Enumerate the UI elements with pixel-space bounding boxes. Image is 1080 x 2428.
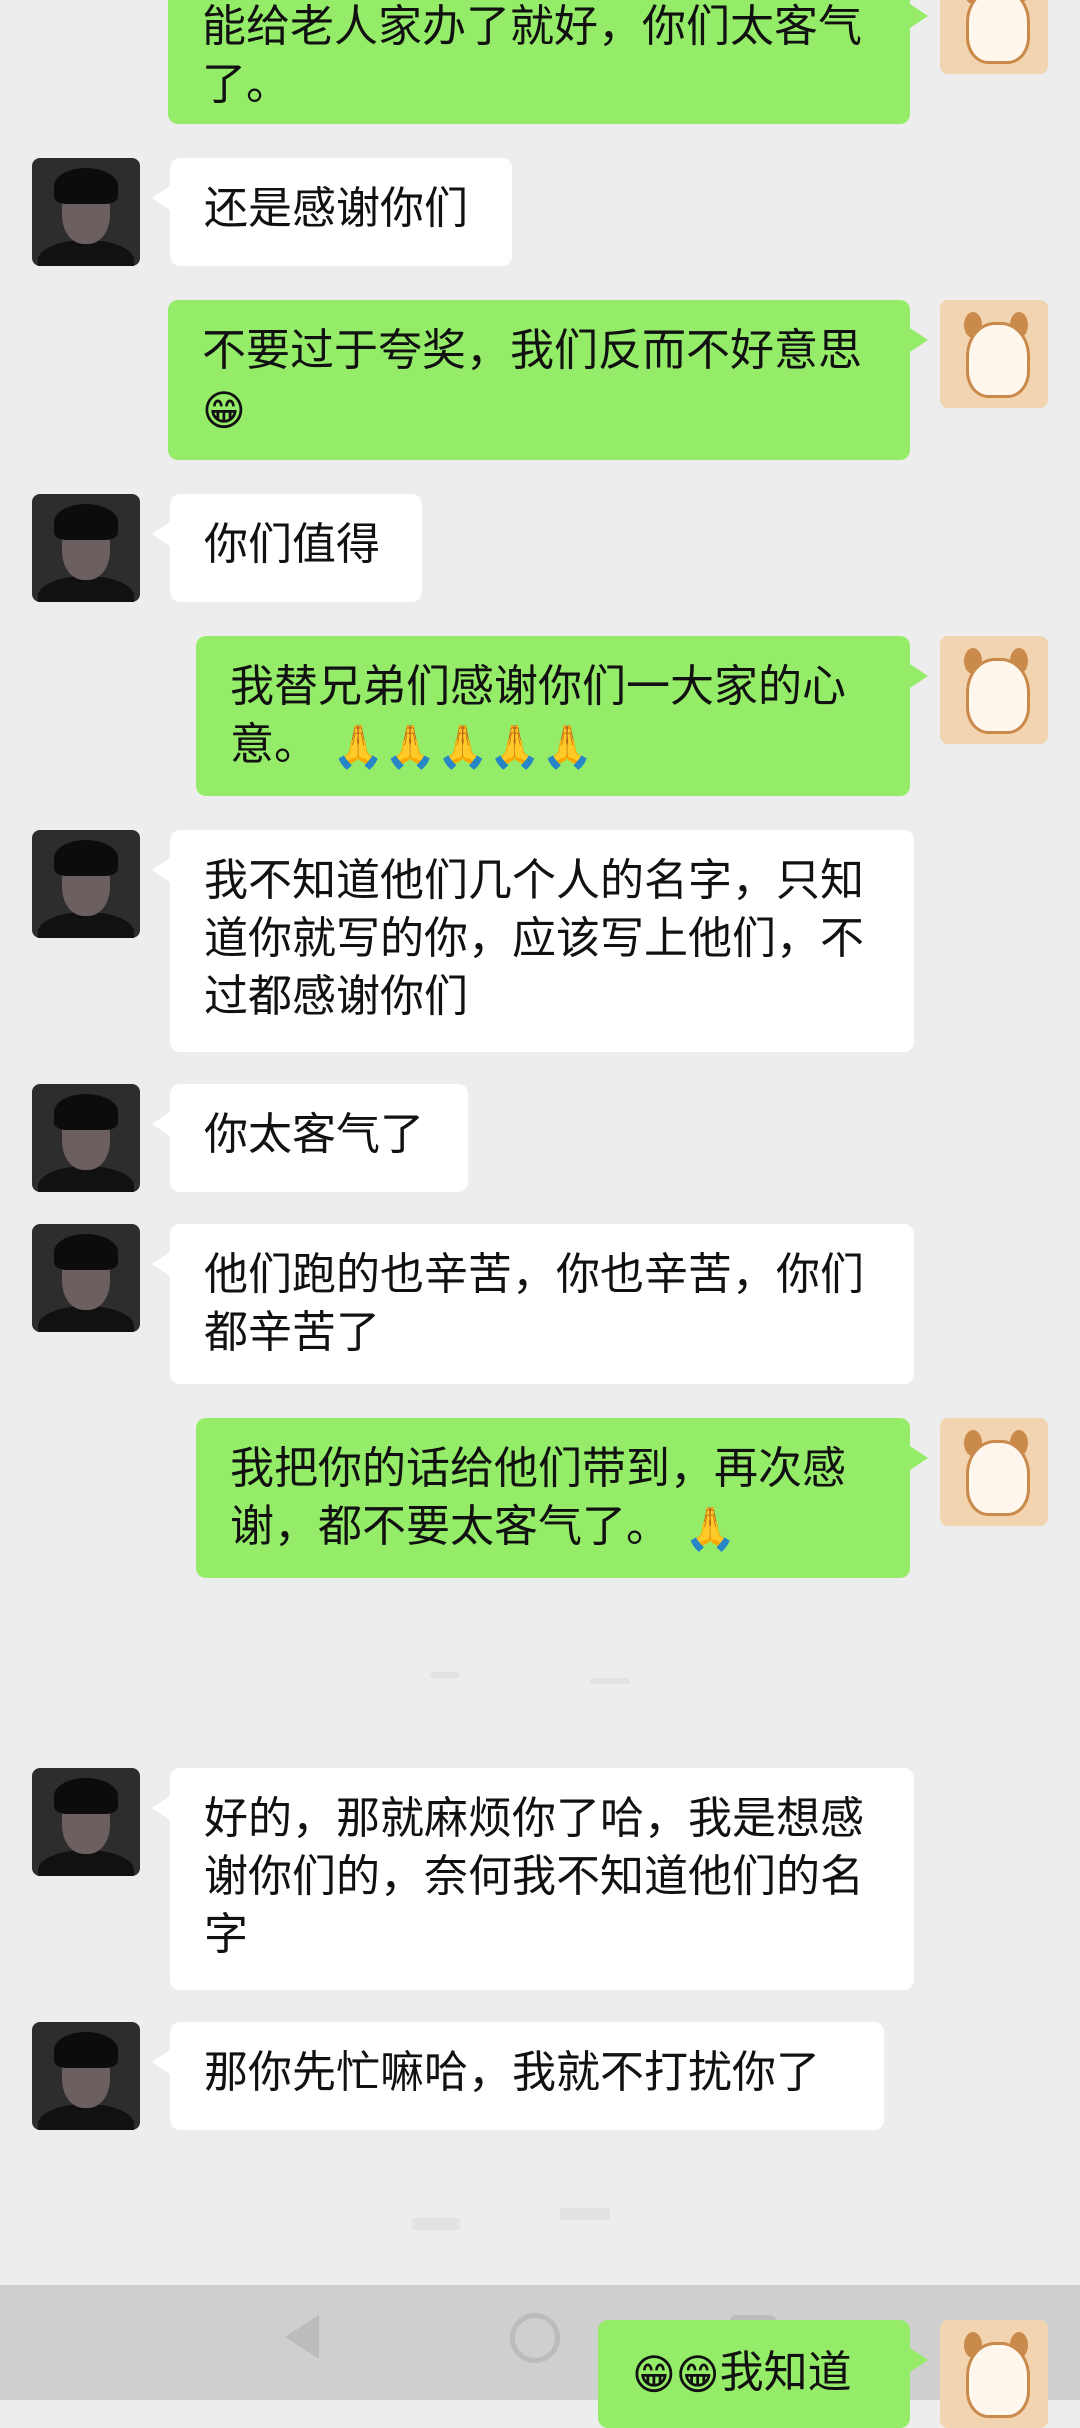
avatar-self[interactable]: [940, 0, 1048, 74]
message-bubble-sent[interactable]: 不要过于夸奖，我们反而不好意思 😁: [168, 300, 928, 460]
avatar-dog-image: [966, 1440, 1030, 1516]
avatar-hair: [54, 1778, 118, 1814]
message-bubble-received[interactable]: 他们跑的也辛苦，你也辛苦，你们都辛苦了: [152, 1224, 914, 1384]
avatar-hair: [54, 2032, 118, 2068]
home-circle-icon[interactable]: [510, 2313, 560, 2363]
avatar-hair: [54, 840, 118, 876]
avatar-contact[interactable]: [32, 158, 140, 266]
avatar-contact[interactable]: [32, 1084, 140, 1192]
avatar-contact[interactable]: [32, 1768, 140, 1876]
avatar-contact[interactable]: [32, 830, 140, 938]
message-text: 你们值得: [204, 519, 380, 570]
avatar-hair: [54, 168, 118, 204]
avatar-hair: [54, 1234, 118, 1270]
message-text: 我不知道他们几个人的名字，只知道你就写的你，应该写上他们，不过都感谢你们: [204, 855, 864, 1022]
pray-emoji-icon: 🙏: [684, 1504, 737, 1553]
message-text: 那你先忙嘛哈，我就不打扰你了: [204, 2047, 820, 2098]
message-bubble-sent[interactable]: 我替兄弟们感谢你们一大家的心意。 🙏🙏🙏🙏🙏: [196, 636, 928, 796]
message-bubble-received[interactable]: 我不知道他们几个人的名字，只知道你就写的你，应该写上他们，不过都感谢你们: [152, 830, 914, 1052]
divider: [430, 1672, 460, 1678]
grin-emoji-icon: 😁😁: [632, 2350, 720, 2399]
message-text: 我把你的话给他们带到，再次感谢，都不要太客气了。: [230, 1443, 846, 1552]
avatar-self[interactable]: [940, 2320, 1048, 2428]
message-text: 不要过于夸奖，我们反而不好意思: [202, 325, 862, 376]
avatar-contact[interactable]: [32, 494, 140, 602]
divider: [590, 1678, 630, 1684]
avatar-dog-image: [966, 2342, 1030, 2418]
avatar-self[interactable]: [940, 1418, 1048, 1526]
message-bubble-received[interactable]: 还是感谢你们: [152, 158, 512, 266]
back-triangle-icon[interactable]: [285, 2315, 319, 2359]
avatar-dog-image: [966, 322, 1030, 398]
message-text: 还是感谢你们: [204, 183, 468, 234]
message-bubble-received[interactable]: 你们值得: [152, 494, 422, 602]
message-text: 他们跑的也辛苦，你也辛苦，你们都辛苦了: [204, 1249, 864, 1358]
avatar-self[interactable]: [940, 636, 1048, 744]
avatar-self[interactable]: [940, 300, 1048, 408]
grin-emoji-icon: 😁: [202, 386, 246, 435]
divider: [560, 2208, 610, 2220]
message-bubble-received[interactable]: 好的，那就麻烦你了哈，我是想感谢你们的，奈何我不知道他们的名字: [152, 1768, 914, 1990]
avatar-hair: [54, 1094, 118, 1130]
message-text: 好的，那就麻烦你了哈，我是想感谢你们的，奈何我不知道他们的名字: [204, 1793, 864, 1960]
message-text: 能给老人家办了就好，你们太客气了。: [202, 1, 862, 110]
avatar-contact[interactable]: [32, 2022, 140, 2130]
divider: [412, 2218, 460, 2230]
message-bubble-sent[interactable]: 我把你的话给他们带到，再次感谢，都不要太客气了。 🙏: [196, 1418, 928, 1578]
message-bubble-received[interactable]: 你太客气了: [152, 1084, 468, 1192]
avatar-dog-image: [966, 658, 1030, 734]
message-bubble-received[interactable]: 那你先忙嘛哈，我就不打扰你了: [152, 2022, 884, 2130]
message-bubble-sent[interactable]: 能给老人家办了就好，你们太客气了。: [168, 0, 928, 124]
message-text: 我知道: [719, 2347, 852, 2398]
pray-emoji-icon: 🙏🙏🙏🙏🙏: [332, 722, 594, 771]
message-bubble-sent[interactable]: 😁😁我知道: [598, 2320, 928, 2428]
avatar-contact[interactable]: [32, 1224, 140, 1332]
message-text: 你太客气了: [204, 1109, 424, 1160]
system-navigation-bar: [0, 2285, 1080, 2400]
avatar-dog-image: [966, 0, 1030, 64]
avatar-hair: [54, 504, 118, 540]
